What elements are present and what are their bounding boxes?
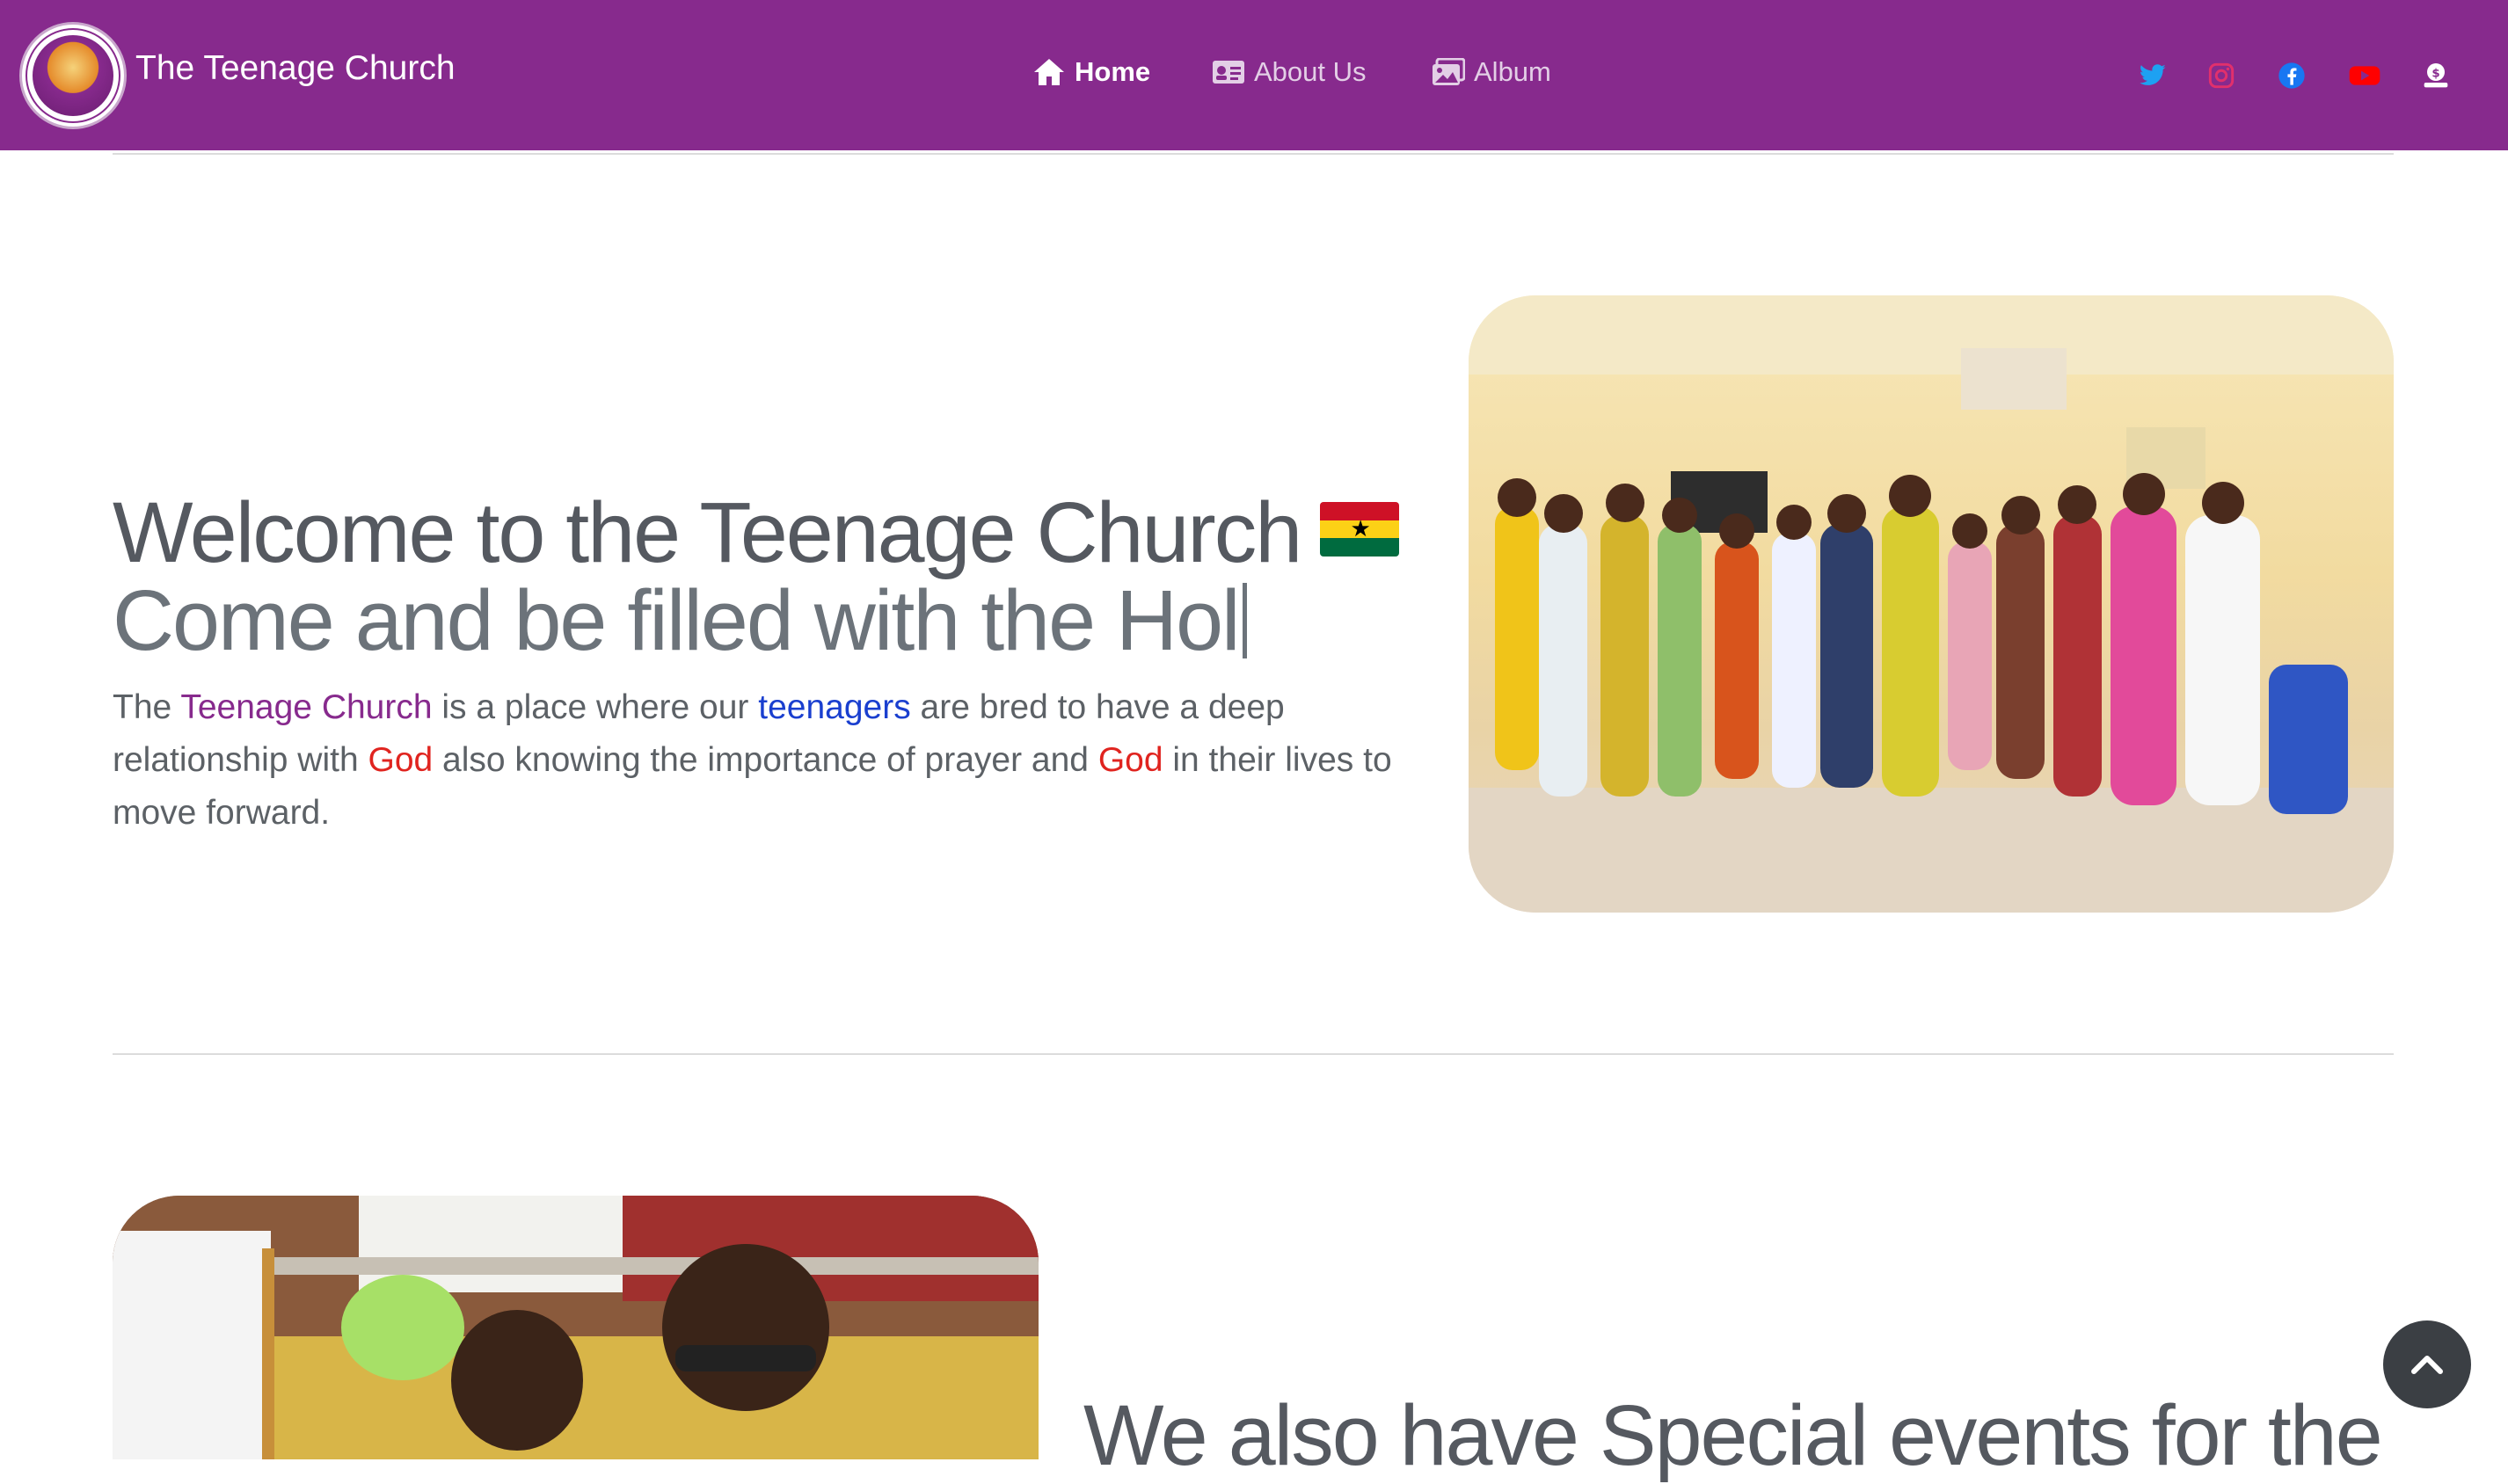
images-icon	[1433, 58, 1465, 85]
typed-text: Come and be filled with the Hol	[113, 572, 1241, 668]
hero-title: Welcome to the Teenage Church ★	[113, 489, 1400, 577]
event-photo-illustration	[113, 1196, 1039, 1459]
hero-typed-line: Come and be filled with the Hol	[113, 577, 1247, 665]
desc-text: The	[113, 688, 181, 726]
top-divider	[113, 153, 2394, 155]
desc-highlight-teenagers: teenagers	[758, 688, 911, 726]
section-divider	[113, 1053, 2394, 1055]
nav-about-us[interactable]: About Us	[1212, 56, 1367, 88]
donate-icon[interactable]: $	[2422, 62, 2450, 90]
top-navbar: The Teenage Church Home About Us Album $	[0, 0, 2508, 150]
home-icon	[1034, 59, 1064, 85]
group-photo	[1469, 295, 2394, 913]
id-card-icon	[1213, 61, 1244, 84]
nav-home-label: Home	[1075, 56, 1151, 87]
group-photo-illustration	[1469, 295, 2394, 913]
desc-highlight-god: God	[368, 741, 434, 779]
hero-description: The Teenage Church is a place where our …	[113, 681, 1414, 840]
desc-highlight-church: Teenage Church	[180, 688, 433, 726]
nav-home[interactable]: Home	[1032, 56, 1150, 88]
brand-name[interactable]: The Teenage Church	[135, 49, 456, 88]
facebook-icon[interactable]	[2278, 62, 2306, 90]
events-title: We also have Special events for the	[1083, 1387, 2383, 1483]
desc-text: also knowing the importance of prayer an…	[433, 741, 1098, 779]
event-photo	[113, 1196, 1039, 1459]
nav-album[interactable]: Album	[1432, 56, 1551, 88]
ghana-flag-icon: ★	[1320, 502, 1400, 556]
church-logo[interactable]	[19, 22, 127, 129]
svg-text:$: $	[2431, 67, 2439, 80]
logo-emblem	[33, 35, 113, 116]
typing-cursor	[1242, 583, 1247, 658]
youtube-icon[interactable]	[2348, 62, 2381, 90]
desc-text: is a place where our	[432, 688, 759, 726]
scroll-to-top-button[interactable]	[2383, 1320, 2471, 1408]
instagram-icon[interactable]	[2207, 62, 2235, 90]
nav-about-us-label: About Us	[1254, 56, 1367, 87]
desc-highlight-god: God	[1097, 741, 1163, 779]
hero-title-text: Welcome to the Teenage Church	[113, 484, 1302, 580]
chevron-up-icon	[2411, 1356, 2443, 1374]
twitter-icon[interactable]	[2139, 62, 2167, 90]
nav-album-label: Album	[1474, 56, 1551, 87]
